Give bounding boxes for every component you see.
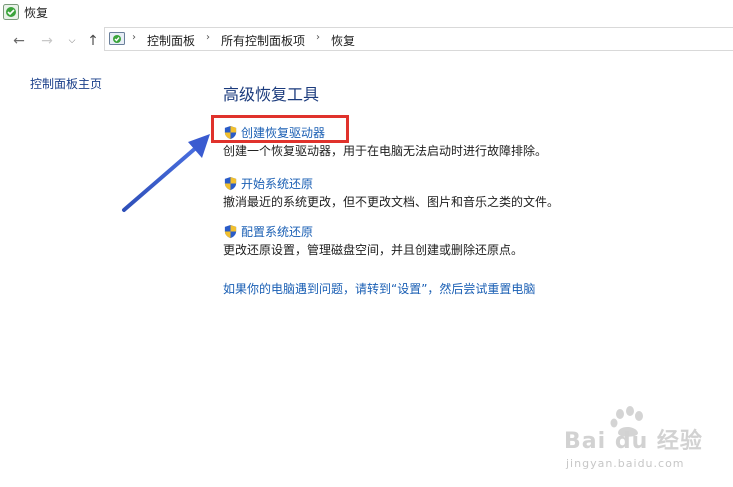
control-panel-icon (109, 32, 125, 45)
uac-shield-icon (224, 224, 237, 238)
control-panel-home-link[interactable]: 控制面板主页 (30, 75, 102, 92)
breadcrumb-recovery[interactable]: 恢复 (331, 32, 355, 49)
up-arrow-icon[interactable]: ↑ (84, 32, 102, 50)
back-arrow-icon[interactable]: ← (10, 32, 28, 50)
address-bar[interactable]: › 控制面板 › 所有控制面板项 › 恢复 (104, 27, 733, 51)
chevron-down-icon[interactable]: ⌵ (63, 32, 81, 50)
uac-shield-icon (224, 176, 237, 190)
task-description: 撤消最近的系统更改，但不更改文档、图片和音乐之类的文件。 (223, 195, 560, 209)
annotation-arrow-icon (122, 134, 210, 212)
baidu-jingyan-watermark: Bai du 经验 jingyan.baidu.com (560, 405, 730, 477)
breadcrumb-separator-icon[interactable]: › (206, 32, 210, 43)
breadcrumb-all-items[interactable]: 所有控制面板项 (221, 32, 305, 49)
title-bar: 恢复 (0, 0, 733, 26)
breadcrumb-separator-icon[interactable]: › (316, 32, 320, 43)
breadcrumb-separator-icon[interactable]: › (132, 32, 136, 43)
page-title: 高级恢复工具 (223, 85, 320, 104)
highlight-box (211, 115, 349, 143)
forward-arrow-icon[interactable]: → (38, 32, 56, 50)
task-description: 更改还原设置，管理磁盘空间，并且创建或删除还原点。 (223, 243, 524, 257)
task-description: 创建一个恢复驱动器，用于在电脑无法启动时进行故障排除。 (223, 144, 548, 158)
task-start-system-restore: 开始系统还原 撤消最近的系统更改，但不更改文档、图片和音乐之类的文件。 (223, 175, 559, 210)
start-system-restore-link[interactable]: 开始系统还原 (223, 175, 559, 191)
task-configure-system-restore: 配置系统还原 更改还原设置，管理磁盘空间，并且创建或删除还原点。 (223, 223, 523, 258)
task-link-label[interactable]: 配置系统还原 (241, 223, 313, 240)
window-title: 恢复 (24, 6, 49, 20)
recovery-app-icon (3, 4, 19, 20)
reset-pc-settings-link[interactable]: 如果你的电脑遇到问题，请转到“设置”，然后尝试重置电脑 (223, 280, 535, 297)
task-link-label[interactable]: 开始系统还原 (241, 175, 313, 192)
configure-system-restore-link[interactable]: 配置系统还原 (223, 223, 523, 239)
breadcrumb-control-panel[interactable]: 控制面板 (147, 32, 195, 49)
watermark-brand: Bai du 经验 (564, 429, 703, 454)
watermark-url: jingyan.baidu.com (566, 457, 685, 470)
